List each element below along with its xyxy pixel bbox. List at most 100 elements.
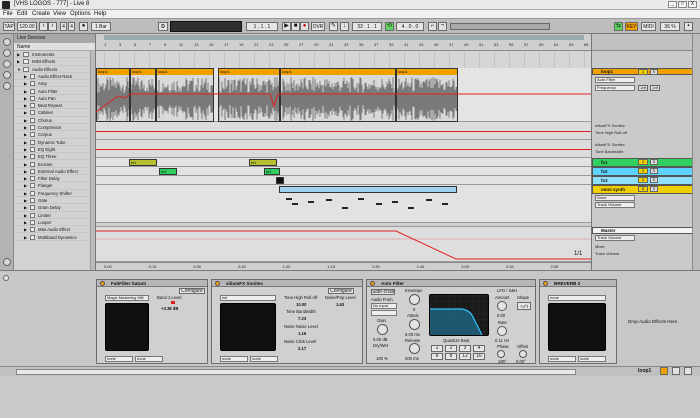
sonitec-p2-value[interactable]: 1.63	[336, 302, 344, 307]
track-fx3-solo[interactable]: S	[650, 177, 658, 183]
audio-from-menu[interactable]: No Input	[371, 303, 397, 309]
expand-right-icon[interactable]: ▶	[24, 197, 27, 204]
expand-right-icon[interactable]: ▶	[24, 204, 27, 211]
play-button[interactable]: ▶	[282, 22, 291, 31]
drop-zone-text[interactable]: Drop Audio Effects Here	[628, 319, 677, 324]
fabfilter-preset-menu[interactable]: Magic Mastering Mill	[105, 295, 149, 301]
midi-note[interactable]	[326, 199, 332, 201]
device-power-icon[interactable]	[215, 281, 220, 286]
track-fx1-solo[interactable]: S	[650, 159, 658, 165]
minimize-button[interactable]: _	[668, 1, 677, 8]
nudge-down-button[interactable]: ‹	[39, 22, 48, 31]
device-view-button[interactable]	[672, 367, 680, 375]
expand-right-icon[interactable]: ▶	[17, 58, 20, 65]
fabfilter-macro-2[interactable]: none	[135, 356, 163, 362]
expand-right-icon[interactable]: ▶	[24, 234, 27, 241]
breverb-macro-2[interactable]: none	[578, 356, 606, 362]
track-loop1-min[interactable]: -inf	[638, 85, 648, 91]
phase-knob[interactable]	[497, 350, 505, 358]
device-siliumfx-sonitec[interactable]: siliumFX Sonitec Configure init Tone Hig…	[211, 279, 363, 364]
midi-note[interactable]	[308, 201, 314, 203]
expand-right-icon[interactable]: ▶	[24, 175, 27, 182]
menu-help[interactable]: Help	[94, 11, 106, 17]
loop-start-field[interactable]: 33 . 1 . 1	[352, 22, 382, 31]
midi-note[interactable]	[408, 207, 414, 209]
track-master-header[interactable]: Master	[592, 227, 700, 234]
expand-right-icon[interactable]: ▶	[24, 88, 27, 95]
record-button[interactable]: ●	[300, 22, 309, 31]
punch-out-button[interactable]: ¬	[438, 22, 447, 31]
midi-note[interactable]	[358, 198, 364, 200]
track-omni-synth-device-chooser[interactable]: None	[595, 195, 635, 201]
browser-item[interactable]: ▼ Audio Effects	[14, 66, 95, 73]
loop-switch[interactable]: ⟲	[385, 22, 394, 31]
attack-knob[interactable]	[409, 319, 420, 330]
amount-knob[interactable]	[497, 301, 507, 311]
release-knob[interactable]	[409, 343, 420, 354]
lane-loop1-automation-1[interactable]	[96, 122, 591, 140]
midi-note[interactable]	[442, 203, 448, 205]
browser-item[interactable]: ▶ Audio Effect Rack	[14, 73, 95, 81]
expand-right-icon[interactable]: ▶	[24, 190, 27, 197]
draw-mode-button[interactable]: ✎	[329, 22, 338, 31]
envelope-knob[interactable]	[409, 294, 420, 305]
browser-item[interactable]: ▶ Cabinet	[14, 109, 95, 117]
browser-item[interactable]: ▶ Frequency Shifter	[14, 190, 95, 197]
quantize-beat-button[interactable]: 2	[445, 345, 457, 352]
device-chain-toggle-icon[interactable]	[3, 275, 9, 281]
quantize-beat-button[interactable]: 1	[431, 345, 443, 352]
sonitec-p1-value[interactable]: 10.00	[296, 302, 306, 307]
track-fx1-activator[interactable]: 2	[638, 159, 648, 165]
track-loop1-max[interactable]: -inf	[650, 85, 660, 91]
clip-fx1-2[interactable]: fx1	[249, 159, 277, 166]
expand-right-icon[interactable]: ▶	[17, 51, 20, 58]
track-loop1-activator[interactable]: 1	[638, 69, 648, 75]
track-loop1-device-chooser[interactable]: Auto Filter	[595, 77, 635, 83]
loop-overview[interactable]	[450, 23, 550, 30]
fabfilter-macro-1[interactable]: none	[105, 356, 133, 362]
midi-note[interactable]	[342, 207, 348, 209]
expand-right-icon[interactable]: ▶	[24, 153, 27, 160]
menu-options[interactable]: Options	[70, 11, 91, 17]
browser-item[interactable]: ▶ Amp	[14, 80, 95, 88]
meter-numerator[interactable]: 4	[60, 22, 67, 31]
sonitec-xy-pad[interactable]	[220, 303, 276, 351]
midi-note[interactable]	[426, 199, 432, 201]
clip-fx3-1[interactable]	[276, 177, 284, 184]
device-auto-filter[interactable]: Auto Filter Side-chain Audio From No Inp…	[366, 279, 536, 364]
sonitec-macro-1[interactable]: none	[220, 356, 248, 362]
track-master-param-chooser[interactable]: Track Volume	[595, 235, 635, 241]
expand-right-icon[interactable]: ▶	[24, 80, 27, 87]
track-loop1-solo[interactable]: S	[650, 69, 658, 75]
master-automation[interactable]	[96, 227, 592, 262]
browser-item[interactable]: ▶ Multiband Dynamics	[14, 234, 95, 241]
breverb-xy-pad[interactable]	[548, 303, 606, 351]
browser-item[interactable]: ▶ Dynamic Tube	[14, 139, 95, 146]
tap-tempo-button[interactable]: TAP	[3, 22, 15, 31]
browser-item[interactable]: ▶ Compressor	[14, 124, 95, 132]
browser-item[interactable]: ▶ Max Audio Effect	[14, 226, 95, 234]
beat-ruler[interactable]: 1 3 5 7 9 11 13 15 17 19 21 23 25 27 29 31 33 35 37 39 41 43 4…	[96, 34, 591, 51]
sonitec-preset-menu[interactable]: init	[220, 295, 276, 301]
automation-line-1[interactable]	[96, 131, 591, 132]
expand-right-icon[interactable]: ▶	[24, 219, 27, 226]
nudge-up-button[interactable]: ›	[48, 22, 57, 31]
browser-item[interactable]: ▶ Beat Repeat	[14, 102, 95, 110]
expand-right-icon[interactable]: ▶	[24, 73, 27, 80]
lane-fx2[interactable]: fx2 fx2	[96, 167, 591, 176]
key-map-switch[interactable]: ⇆	[614, 22, 623, 31]
file-browser-1-icon[interactable]	[3, 60, 11, 68]
breverb-preset-menu[interactable]: none	[548, 295, 606, 301]
track-omni-synth-solo[interactable]: S	[650, 186, 658, 192]
midi-note[interactable]	[376, 203, 382, 205]
audio-from-channel-menu[interactable]	[371, 310, 397, 316]
track-fx2-solo[interactable]: S	[650, 168, 658, 174]
follow-button[interactable]: ↓	[340, 22, 349, 31]
browser-item[interactable]: ▶ Limiter	[14, 212, 95, 219]
browser-item[interactable]: ▶ External Audio Effect	[14, 168, 95, 176]
metronome-button[interactable]: ●	[79, 22, 88, 31]
expand-right-icon[interactable]: ▶	[24, 139, 27, 146]
tempo-field[interactable]: 120.00	[17, 22, 37, 31]
device-power-icon[interactable]	[543, 281, 548, 286]
sonitec-configure-button[interactable]: Configure	[328, 288, 354, 294]
